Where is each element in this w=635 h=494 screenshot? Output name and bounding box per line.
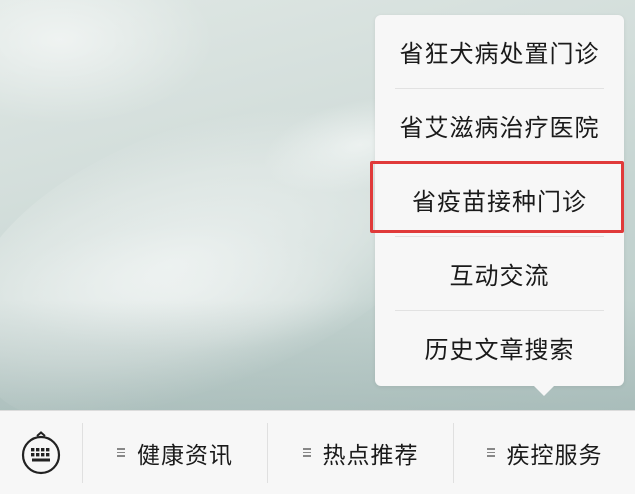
menu-item-interaction[interactable]: 互动交流: [375, 237, 624, 310]
tab-hot-recommend[interactable]: 热点推荐: [268, 411, 453, 494]
menu-item-article-search[interactable]: 历史文章搜索: [375, 311, 624, 384]
submenu-icon: [117, 446, 125, 459]
submenu-icon: [486, 446, 495, 459]
menu-item-aids-hospital[interactable]: 省艾滋病治疗医院: [375, 89, 624, 162]
tab-health-news[interactable]: 健康资讯: [83, 411, 267, 494]
menu-item-rabies-clinic[interactable]: 省狂犬病处置门诊: [375, 15, 624, 88]
submenu-caret: [533, 385, 555, 396]
menu-item-label: 省狂犬病处置门诊: [399, 40, 600, 68]
keyboard-icon: [21, 430, 61, 474]
keyboard-toggle-button[interactable]: [0, 411, 82, 494]
menu-item-label: 省艾滋病治疗医院: [399, 114, 600, 142]
submenu-icon: [302, 446, 311, 459]
menu-item-label: 互动交流: [449, 262, 550, 290]
menu-item-label: 历史文章搜索: [424, 336, 575, 364]
tab-label: 健康资讯: [137, 442, 233, 469]
highlight-box: [370, 161, 624, 233]
tab-label: 疾控服务: [506, 442, 603, 469]
tab-cdc-services[interactable]: 疾控服务: [454, 411, 635, 494]
bottom-menu-bar: 健康资讯 热点推荐 疾控服务: [0, 410, 635, 494]
tab-label: 热点推荐: [322, 442, 419, 469]
chat-screen: 省狂犬病处置门诊 省艾滋病治疗医院 省疫苗接种门诊 互动交流 历史文章搜索 健康…: [0, 0, 635, 494]
